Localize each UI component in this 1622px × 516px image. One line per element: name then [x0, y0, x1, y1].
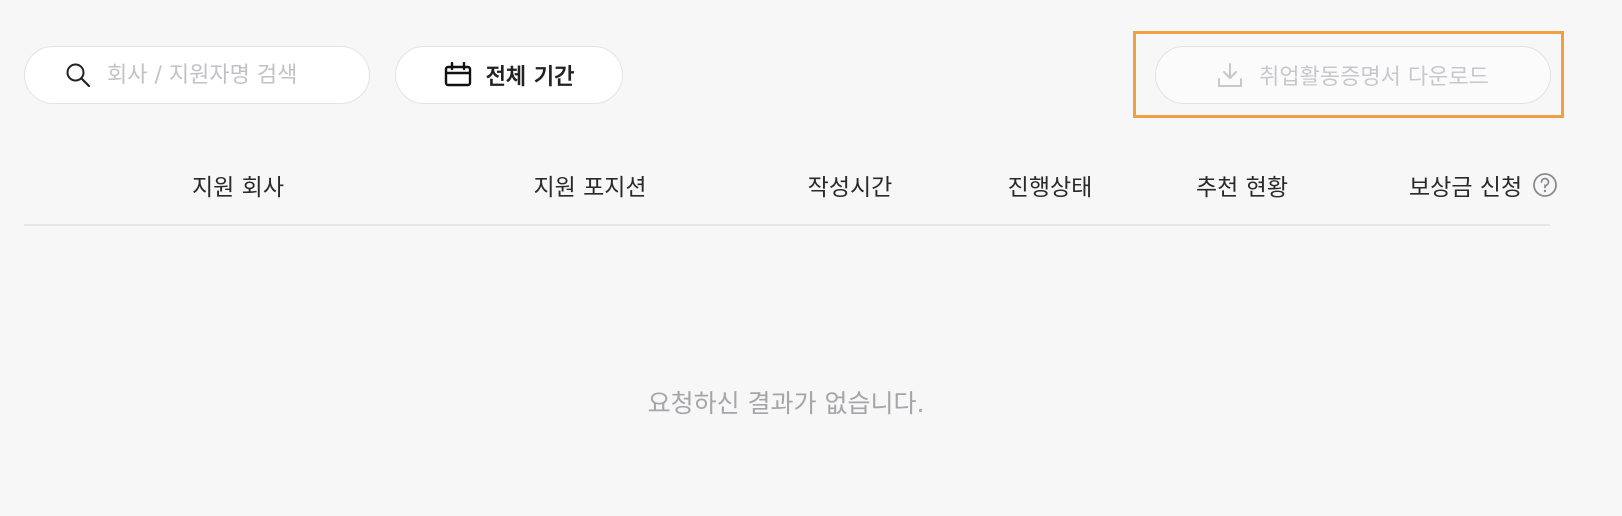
download-icon	[1217, 62, 1243, 88]
period-filter-button[interactable]: 전체 기간	[395, 46, 623, 104]
empty-state-message: 요청하신 결과가 없습니다.	[647, 389, 925, 418]
search-input[interactable]	[107, 55, 357, 95]
download-certificate-button[interactable]: 취업활동증명서 다운로드	[1155, 46, 1551, 104]
period-filter-label: 전체 기간	[485, 65, 575, 90]
column-header-reward: 보상금 신청	[1409, 168, 1558, 202]
column-header-company[interactable]: 지원 회사	[192, 168, 284, 202]
column-header-position[interactable]: 지원 포지션	[533, 168, 646, 202]
search-icon	[63, 60, 93, 90]
table-header: 지원 회사 지원 포지션 작성시간 진행상태 추천 현황 보상금 신청	[24, 150, 1558, 226]
column-header-created-time[interactable]: 작성시간	[808, 168, 893, 202]
toolbar: 전체 기간 취업활동증명서 다운로드	[0, 0, 1622, 130]
column-header-status[interactable]: 진행상태	[1008, 168, 1093, 202]
search-box[interactable]	[24, 46, 370, 104]
download-certificate-label: 취업활동증명서 다운로드	[1259, 65, 1489, 90]
column-header-recommendation[interactable]: 추천 현황	[1196, 168, 1288, 202]
column-header-reward-label: 보상금 신청	[1409, 175, 1523, 201]
question-circle-icon[interactable]	[1532, 172, 1558, 198]
calendar-icon	[444, 62, 472, 88]
